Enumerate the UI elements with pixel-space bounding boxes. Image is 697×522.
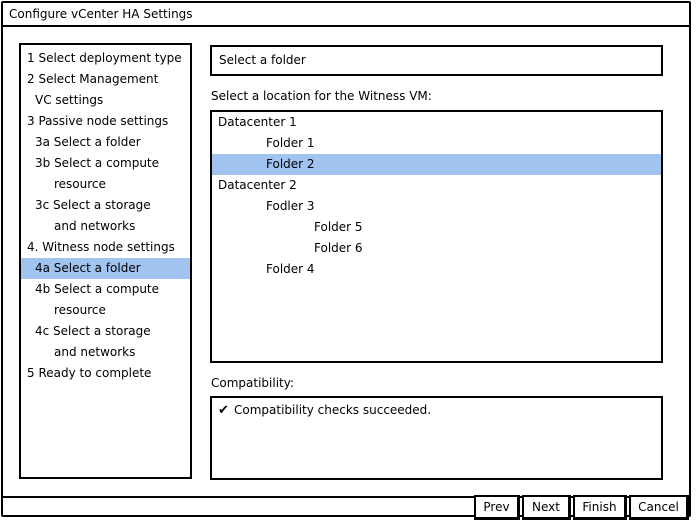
dialog-window: Configure vCenter HA Settings 1 Select d… (1, 1, 691, 520)
wizard-step[interactable]: VC settings (21, 90, 190, 111)
next-button[interactable]: Next (522, 495, 571, 520)
tree-node[interactable]: Folder 4 (212, 259, 661, 280)
wizard-step[interactable]: 1 Select deployment type (21, 48, 190, 69)
finish-button[interactable]: Finish (573, 495, 627, 520)
prev-button[interactable]: Prev (474, 495, 520, 520)
wizard-step[interactable]: resource (21, 300, 190, 321)
wizard-steps-panel: 1 Select deployment type 2 Select Managem… (19, 43, 192, 479)
tree-node[interactable]: Datacenter 2 (212, 175, 661, 196)
compatibility-message-row: ✔ Compatibility checks succeeded. (218, 403, 431, 418)
wizard-step[interactable]: resource (21, 174, 190, 195)
title-bar: Configure vCenter HA Settings (3, 3, 689, 27)
wizard-step[interactable]: 3 Passive node settings (21, 111, 190, 132)
tree-node[interactable]: Folder 5 (212, 217, 661, 238)
wizard-step[interactable]: 3c Select a storage (21, 195, 190, 216)
tree-node[interactable]: Folder 1 (212, 133, 661, 154)
window-title: Configure vCenter HA Settings (9, 7, 193, 21)
wizard-step[interactable]: 4. Witness node settings (21, 237, 190, 258)
checkmark-icon: ✔ (218, 403, 229, 418)
location-label: Select a location for the Witness VM: (211, 89, 432, 103)
wizard-step[interactable]: 4c Select a storage (21, 321, 190, 342)
folder-field-value: Select a folder (219, 53, 306, 67)
compatibility-box: ✔ Compatibility checks succeeded. (210, 396, 663, 480)
tree-node[interactable]: Folder 2 (212, 154, 661, 175)
wizard-step[interactable]: and networks (21, 216, 190, 237)
wizard-step[interactable]: 4b Select a compute (21, 279, 190, 300)
wizard-step[interactable]: and networks (21, 342, 190, 363)
tree-node[interactable]: Folder 6 (212, 238, 661, 259)
wizard-step[interactable]: 5 Ready to complete (21, 363, 190, 384)
tree-node[interactable]: Fodler 3 (212, 196, 661, 217)
tree-node[interactable]: Datacenter 1 (212, 112, 661, 133)
wizard-step[interactable]: 2 Select Management (21, 69, 190, 90)
wizard-step[interactable]: 4a Select a folder (21, 258, 190, 279)
cancel-button[interactable]: Cancel (629, 495, 689, 520)
folder-field[interactable]: Select a folder (210, 45, 663, 76)
location-tree[interactable]: Datacenter 1 Folder 1 Folder 2 Datacenter 2… (210, 110, 663, 363)
compatibility-label: Compatibility: (211, 376, 295, 390)
wizard-step[interactable]: 3a Select a folder (21, 132, 190, 153)
compatibility-message: Compatibility checks succeeded. (234, 403, 432, 417)
wizard-step[interactable]: 3b Select a compute (21, 153, 190, 174)
